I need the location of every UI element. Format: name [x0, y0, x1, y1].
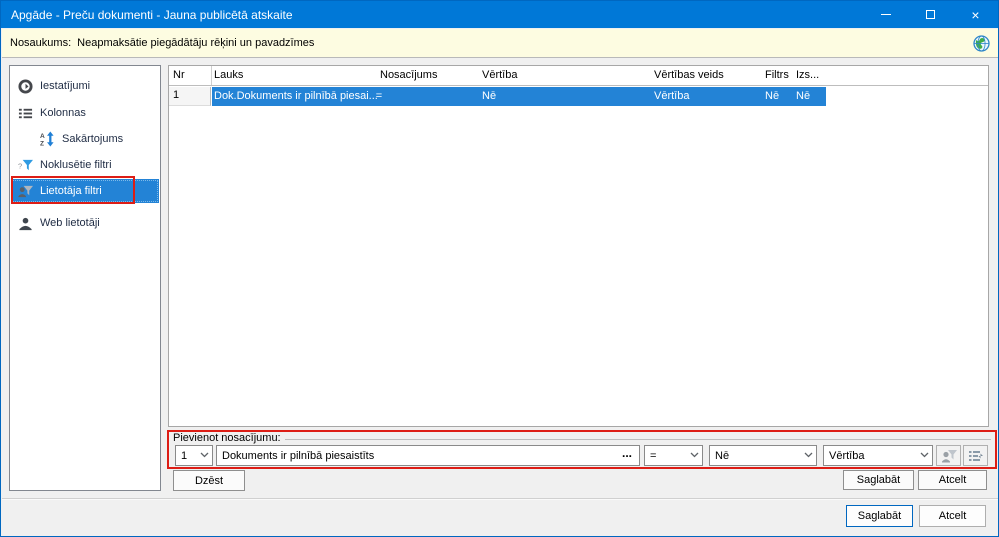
title-bar: Apgāde - Preču dokumenti - Jauna publicē… — [1, 1, 998, 28]
cell-nosacijums: = — [375, 90, 383, 102]
user-filter-icon — [17, 183, 33, 199]
maximize-icon — [926, 10, 935, 19]
condition-field-value: Dokuments ir pilnībā piesaistīts — [222, 449, 375, 462]
save-filter-button[interactable]: Saglabāt — [843, 470, 914, 490]
sidebar-item-sakartojums[interactable]: A Z Sakārtojums — [11, 127, 159, 151]
save-button[interactable]: Saglabāt — [846, 505, 913, 527]
sidebar-item-label: Lietotāja filtri — [40, 185, 102, 197]
col-header-vertiba[interactable]: Vērtība — [482, 69, 517, 81]
sidebar-item-label: Web lietotāji — [40, 217, 100, 229]
sidebar-item-iestatijumi[interactable]: Iestatījumi — [11, 74, 159, 98]
minimize-button[interactable] — [863, 1, 908, 28]
sort-az-icon: A Z — [39, 131, 55, 147]
column-divider — [211, 66, 212, 85]
add-condition-group: Pievienot nosacījumu: 1 Dokuments ir pil… — [167, 430, 997, 469]
user-filter-button[interactable] — [936, 445, 961, 466]
cell-izs: Nē — [796, 90, 811, 102]
column-list-button[interactable] — [963, 445, 988, 466]
sidebar-item-label: Iestatījumi — [40, 80, 91, 92]
group-legend-row: Pievienot nosacījumu: — [173, 432, 991, 444]
operator-value: = — [650, 449, 657, 462]
group-divider — [284, 438, 991, 440]
col-header-izs[interactable]: Izs... — [796, 69, 819, 81]
name-label: Nosaukums: — [10, 37, 72, 49]
value-value: Nē — [715, 449, 730, 462]
sidebar: Iestatījumi Kolonnas A Z Sakārtojums ? N… — [9, 65, 161, 491]
row-nr-cell: 1 — [169, 87, 211, 106]
cell-vertiba: Nē — [482, 90, 497, 102]
col-header-nr[interactable]: Nr — [173, 69, 185, 81]
delete-button[interactable]: Dzēst — [173, 470, 245, 491]
cancel-button[interactable]: Atcelt — [919, 505, 986, 527]
sidebar-item-label: Kolonnas — [40, 107, 86, 119]
cancel-filter-button[interactable]: Atcelt — [918, 470, 987, 490]
cell-lauks: Dok.Dokuments ir pilnībā piesai... — [214, 90, 378, 102]
sidebar-item-noklusetie-filtri[interactable]: ? Noklusētie filtri — [11, 153, 159, 177]
minimize-icon — [880, 14, 891, 15]
list-arrow-icon — [968, 450, 983, 461]
col-header-filtrs[interactable]: Filtrs — [765, 69, 789, 81]
name-input[interactable] — [77, 37, 969, 49]
name-bar: Nosaukums: — [2, 29, 998, 58]
chevron-down-icon — [920, 452, 929, 458]
browse-button[interactable]: ... — [616, 446, 638, 464]
col-header-nosacijums[interactable]: Nosacījums — [380, 69, 437, 81]
sidebar-item-kolonnas[interactable]: Kolonnas — [11, 101, 159, 125]
app-window: Apgāde - Preču dokumenti - Jauna publicē… — [0, 0, 999, 537]
grid-header: Nr Lauks Nosacījums Vērtība Vērtības vei… — [169, 66, 988, 86]
value-type-value: Vērtība — [829, 449, 865, 462]
columns-icon — [17, 105, 33, 121]
table-row[interactable]: 1 Dok.Dokuments ir pilnībā piesai... = N… — [169, 87, 988, 106]
window-title: Apgāde - Preču dokumenti - Jauna publicē… — [11, 7, 293, 22]
svg-text:?: ? — [18, 161, 22, 170]
sidebar-item-web-lietotaji[interactable]: Web lietotāji — [11, 211, 159, 235]
sidebar-item-label: Sakārtojums — [62, 133, 124, 145]
globe-button[interactable] — [969, 32, 993, 54]
user-filter-disabled-icon — [941, 449, 957, 462]
group-legend: Pievienot nosacījumu: — [173, 432, 281, 444]
close-button[interactable]: × — [953, 1, 998, 28]
value-dropdown[interactable]: Nē — [709, 445, 817, 466]
condition-field-input[interactable]: Dokuments ir pilnībā piesaistīts ... — [216, 445, 640, 466]
condition-index-value: 1 — [181, 449, 188, 462]
chevron-down-icon — [200, 452, 209, 458]
globe-icon — [972, 34, 990, 52]
gear-icon — [17, 78, 33, 94]
condition-index-dropdown[interactable]: 1 — [175, 445, 213, 466]
chevron-down-icon — [690, 452, 699, 458]
sidebar-item-lietotaja-filtri[interactable]: Lietotāja filtri — [11, 179, 159, 203]
bottom-divider — [2, 498, 998, 500]
window-controls: × — [863, 1, 998, 28]
svg-text:Z: Z — [40, 141, 44, 147]
svg-text:A: A — [40, 133, 45, 140]
col-header-vertibas-veids[interactable]: Vērtības veids — [654, 69, 724, 81]
sidebar-item-label: Noklusētie filtri — [40, 159, 112, 171]
maximize-button[interactable] — [908, 1, 953, 28]
chevron-down-icon — [804, 452, 813, 458]
value-type-dropdown[interactable]: Vērtība — [823, 445, 933, 466]
user-icon — [17, 215, 33, 231]
close-icon: × — [971, 6, 980, 23]
filters-grid: Nr Lauks Nosacījums Vērtība Vērtības vei… — [168, 65, 989, 427]
cell-vertibas-veids: Vērtība — [654, 90, 690, 102]
operator-dropdown[interactable]: = — [644, 445, 703, 466]
col-header-lauks[interactable]: Lauks — [214, 69, 243, 81]
default-filter-icon: ? — [17, 157, 33, 173]
cell-filtrs: Nē — [765, 90, 780, 102]
